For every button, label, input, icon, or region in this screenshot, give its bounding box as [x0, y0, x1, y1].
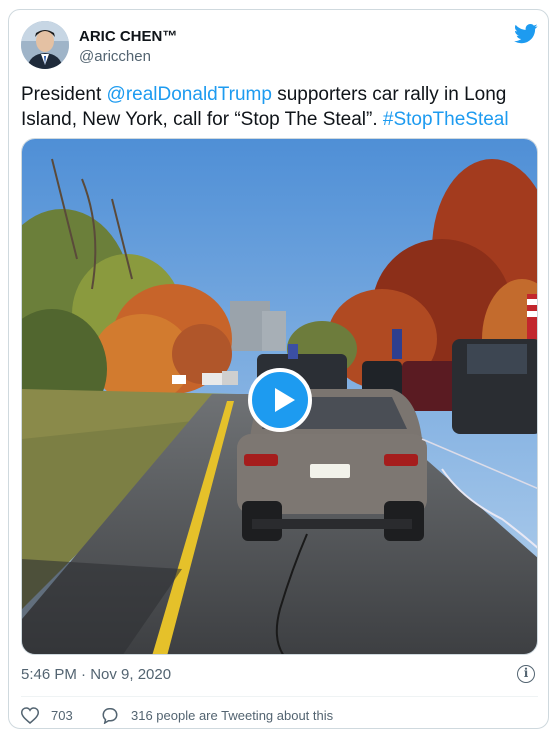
mention-link[interactable]: @realDonaldTrump: [107, 84, 272, 105]
reply-text: 316 people are Tweeting about this: [131, 708, 334, 723]
video-player[interactable]: [21, 138, 538, 655]
tweet-timestamp[interactable]: 5:46 PM · Nov 9, 2020: [21, 666, 171, 683]
like-count: 703: [51, 708, 73, 723]
avatar[interactable]: [21, 21, 69, 69]
tweet-text: President @realDonaldTrump supporters ca…: [21, 82, 531, 132]
heart-icon: [21, 707, 39, 724]
twitter-bird-icon[interactable]: [514, 24, 538, 44]
info-icon[interactable]: i: [517, 665, 535, 683]
divider: [21, 696, 538, 697]
author-handle[interactable]: @aricchen: [79, 48, 151, 65]
play-icon[interactable]: [248, 368, 312, 432]
hashtag-link[interactable]: #StopTheSteal: [383, 109, 509, 130]
speech-bubble-icon: [102, 708, 118, 724]
like-button[interactable]: 703: [21, 707, 73, 724]
reply-button[interactable]: 316 people are Tweeting about this: [101, 707, 333, 724]
avatar-image: [21, 21, 69, 69]
author-name[interactable]: ARIC CHEN™: [79, 28, 177, 45]
tweet-card[interactable]: ARIC CHEN™ @aricchen President @realDona…: [8, 9, 549, 729]
tweet-text-before: President: [21, 84, 107, 105]
